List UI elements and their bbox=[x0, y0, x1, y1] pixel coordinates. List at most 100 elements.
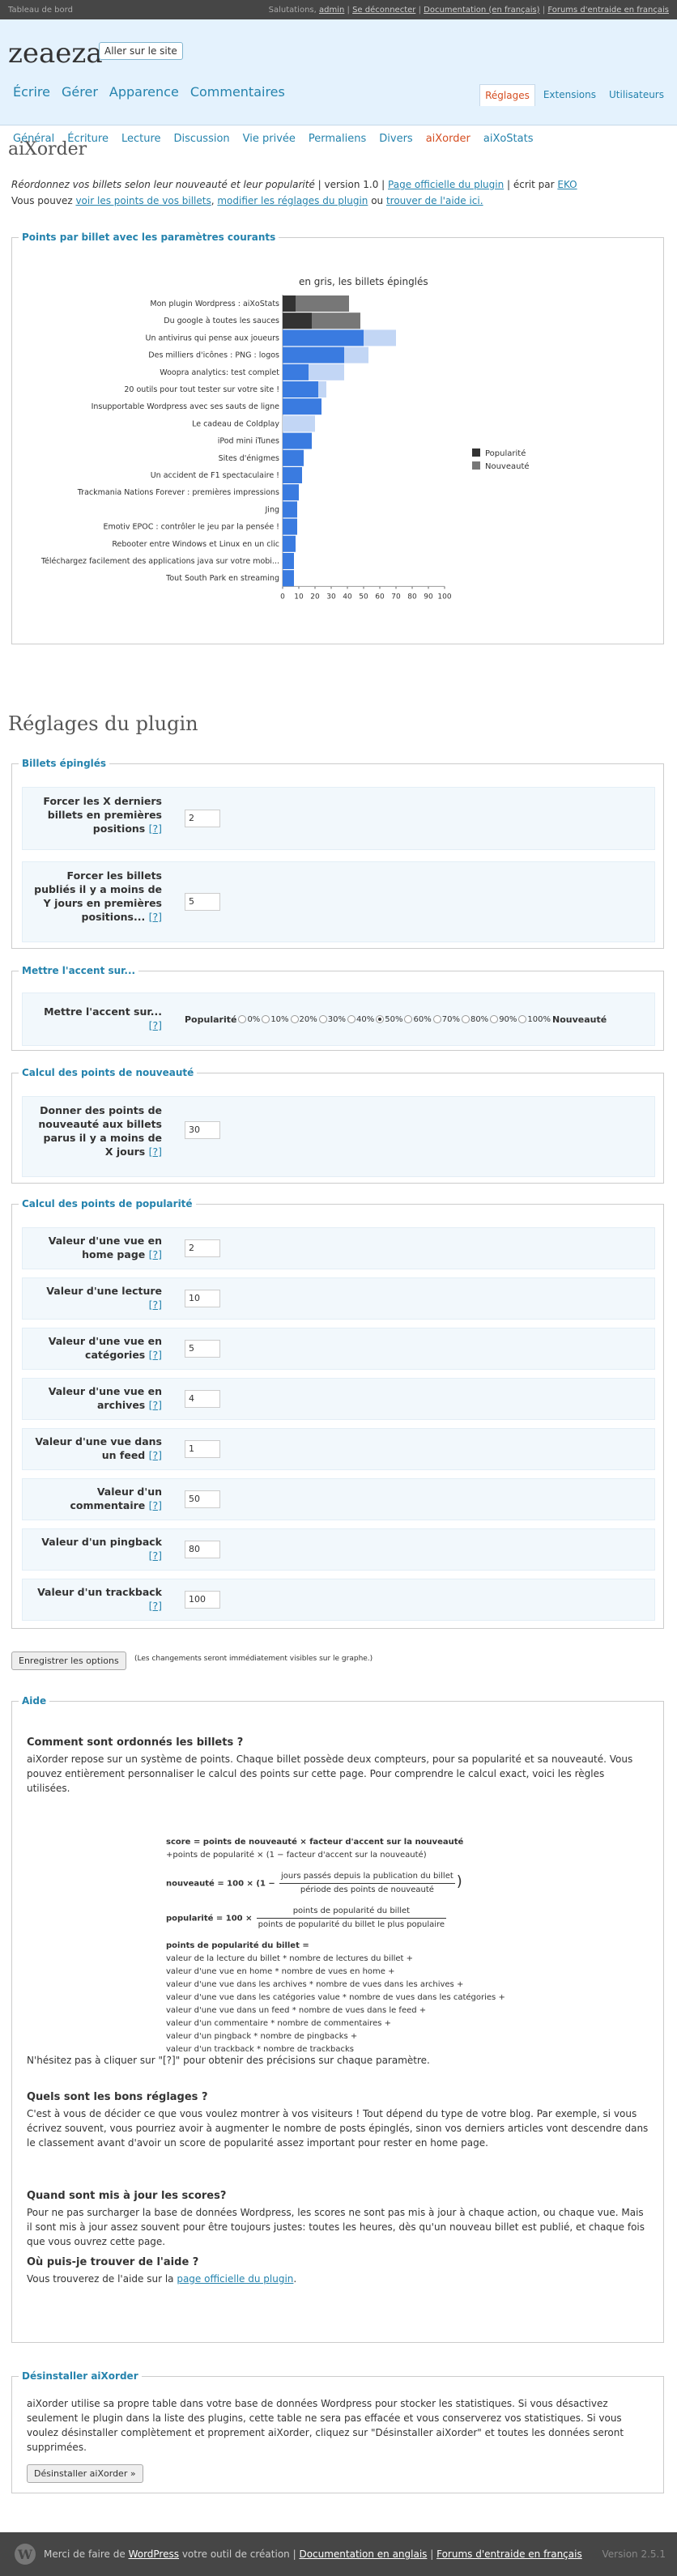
help-legend: Aide bbox=[22, 1695, 47, 1707]
radio-circle-icon[interactable] bbox=[432, 1015, 441, 1023]
novelty-days-input[interactable]: 30 bbox=[185, 1121, 220, 1139]
sub-menu: Général Écriture Lecture Discussion Vie … bbox=[0, 125, 677, 152]
username-link[interactable]: admin bbox=[319, 6, 344, 15]
radio-circle-icon[interactable] bbox=[262, 1015, 270, 1023]
help-link[interactable]: [?] bbox=[149, 1349, 162, 1361]
submenu-lecture[interactable]: Lecture bbox=[121, 133, 161, 145]
points-chart: en gris, les billets épinglés 0 10 20 30 40 50… bbox=[40, 276, 530, 601]
visit-site-button[interactable]: Aller sur le site bbox=[99, 42, 183, 60]
setting-row: Valeur d'une vue en archives [?] 4 bbox=[22, 1378, 655, 1420]
setting-label: Valeur d'une vue en catégories [?] bbox=[48, 1335, 162, 1361]
help-link[interactable]: [?] bbox=[149, 1248, 162, 1260]
y-tick-label: Insupportable Wordpress avec ses sauts d… bbox=[92, 402, 280, 411]
help-link[interactable]: [?] bbox=[149, 1600, 162, 1612]
page-title: aiXorder bbox=[8, 139, 87, 159]
find-help-link[interactable]: trouver de l'aide ici. bbox=[386, 195, 483, 206]
pinned-days-input[interactable]: 5 bbox=[185, 893, 220, 911]
radio-circle-icon[interactable] bbox=[347, 1015, 356, 1023]
pinned-count-input[interactable]: 2 bbox=[185, 810, 220, 827]
help-link[interactable]: [?] bbox=[149, 1146, 162, 1158]
uninstall-button[interactable]: Désinstaller aiXorder » bbox=[27, 2464, 143, 2483]
help-link[interactable]: [?] bbox=[149, 1019, 162, 1031]
menu-commentaires[interactable]: Commentaires bbox=[190, 84, 285, 100]
pinned-legend: Billets épinglés bbox=[22, 758, 107, 769]
accent-radio-option[interactable]: 40% bbox=[347, 1015, 374, 1024]
help-link[interactable]: [?] bbox=[149, 1549, 162, 1562]
menu-ecrire[interactable]: Écrire bbox=[13, 84, 50, 100]
logout-link[interactable]: Se déconnecter bbox=[352, 6, 415, 15]
read-value-input[interactable]: 10 bbox=[185, 1290, 220, 1307]
formula-popularity-left: popularité = 100 × bbox=[166, 1914, 253, 1923]
pinned-fieldset: Billets épinglés Forcer les X derniers b… bbox=[11, 758, 664, 949]
radio-circle-icon[interactable] bbox=[461, 1015, 470, 1023]
accent-radio-option[interactable]: 0% bbox=[238, 1015, 260, 1024]
accent-radio-option[interactable]: 50% bbox=[376, 1015, 402, 1024]
accent-radio-option[interactable]: 70% bbox=[432, 1015, 460, 1024]
forums-link[interactable]: Forums d'entraide en français bbox=[547, 6, 669, 15]
feed-view-value-input[interactable]: 1 bbox=[185, 1440, 220, 1458]
bar-popularity bbox=[283, 535, 296, 552]
submenu-discussion[interactable]: Discussion bbox=[174, 133, 230, 145]
radio-circle-icon[interactable] bbox=[376, 1015, 385, 1023]
accent-radio-group: Popularité 0% 10% 20% 30% 40% 50% 60% 70% 80% 90%… bbox=[185, 1014, 607, 1025]
menu-extensions[interactable]: Extensions bbox=[539, 84, 601, 106]
accent-radio-option[interactable]: 80% bbox=[461, 1015, 488, 1024]
radio-circle-icon[interactable] bbox=[404, 1015, 413, 1023]
menu-reglages[interactable]: Réglages bbox=[479, 84, 535, 106]
menu-apparence[interactable]: Apparence bbox=[109, 84, 179, 100]
submenu-divers[interactable]: Divers bbox=[379, 133, 412, 145]
menu-gerer[interactable]: Gérer bbox=[62, 84, 98, 100]
radio-circle-icon[interactable] bbox=[318, 1015, 327, 1023]
accent-radio-option[interactable]: 90% bbox=[490, 1015, 517, 1024]
pingback-value-input[interactable]: 80 bbox=[185, 1541, 220, 1558]
submenu-aixorder[interactable]: aiXorder bbox=[426, 133, 470, 145]
setting-label: Forcer les X derniers billets en premièr… bbox=[43, 795, 162, 835]
help-link[interactable]: [?] bbox=[149, 823, 162, 835]
save-note: (Les changements seront immédiatement vi… bbox=[134, 1655, 373, 1663]
official-page-link[interactable]: Page officielle du plugin bbox=[388, 179, 504, 190]
accent-radio-option[interactable]: 60% bbox=[404, 1015, 432, 1024]
help-question: Quels sont les bons réglages ? bbox=[27, 2091, 208, 2103]
setting-row: Valeur d'une vue dans un feed [?] 1 bbox=[22, 1428, 655, 1470]
archive-view-value-input[interactable]: 4 bbox=[185, 1390, 220, 1408]
submenu-permaliens[interactable]: Permaliens bbox=[309, 133, 366, 145]
radio-circle-icon[interactable] bbox=[238, 1015, 247, 1023]
x-tick-label: 30 bbox=[326, 593, 336, 601]
help-link[interactable]: [?] bbox=[149, 1449, 162, 1461]
y-tick-label: 20 outils pour tout tester sur votre sit… bbox=[124, 385, 279, 394]
accent-radio-option[interactable]: 20% bbox=[290, 1015, 317, 1024]
setting-label: Valeur d'un commentaire [?] bbox=[70, 1486, 162, 1511]
dashboard-link[interactable]: Tableau de bord bbox=[8, 6, 73, 15]
see-points-link[interactable]: voir les points de vos billets bbox=[75, 195, 211, 206]
category-view-value-input[interactable]: 5 bbox=[185, 1340, 220, 1358]
accent-radio-option[interactable]: 10% bbox=[262, 1015, 289, 1024]
bar-popularity bbox=[283, 570, 294, 587]
menu-utilisateurs[interactable]: Utilisateurs bbox=[604, 84, 669, 106]
edit-settings-link[interactable]: modifier les réglages du plugin bbox=[217, 195, 368, 206]
bar-popularity bbox=[283, 363, 309, 380]
doc-link[interactable]: Documentation (en français) bbox=[424, 6, 539, 15]
author-link[interactable]: EKO bbox=[557, 179, 577, 190]
trackback-value-input[interactable]: 100 bbox=[185, 1591, 220, 1609]
radio-circle-icon[interactable] bbox=[518, 1015, 527, 1023]
help-question: Comment sont ordonnés les billets ? bbox=[27, 1736, 244, 1749]
accent-radio-option[interactable]: 30% bbox=[318, 1015, 346, 1024]
help-link[interactable]: [?] bbox=[149, 1399, 162, 1411]
help-link[interactable]: [?] bbox=[149, 1299, 162, 1311]
home-view-value-input[interactable]: 2 bbox=[185, 1239, 220, 1257]
radio-circle-icon[interactable] bbox=[490, 1015, 499, 1023]
radio-circle-icon[interactable] bbox=[290, 1015, 299, 1023]
footer-forums-link[interactable]: Forums d'entraide en français bbox=[436, 2548, 582, 2560]
comment-value-input[interactable]: 50 bbox=[185, 1490, 220, 1508]
footer-doc-link[interactable]: Documentation en anglais bbox=[299, 2548, 427, 2560]
accent-radio-option[interactable]: 100% bbox=[518, 1015, 551, 1024]
help-official-page-link[interactable]: page officielle du plugin bbox=[177, 2273, 293, 2285]
submenu-aixostats[interactable]: aiXoStats bbox=[483, 133, 534, 145]
submenu-vie-privee[interactable]: Vie privée bbox=[243, 133, 296, 145]
help-link[interactable]: [?] bbox=[149, 1499, 162, 1511]
help-link[interactable]: [?] bbox=[149, 911, 162, 923]
wordpress-link[interactable]: WordPress bbox=[129, 2548, 179, 2560]
save-options-button[interactable]: Enregistrer les options bbox=[11, 1651, 126, 1670]
formula-points-lines: valeur de la lecture du billet * nombre … bbox=[166, 1953, 587, 2056]
y-tick-label: Mon plugin Wordpress : aiXoStats bbox=[150, 300, 279, 308]
